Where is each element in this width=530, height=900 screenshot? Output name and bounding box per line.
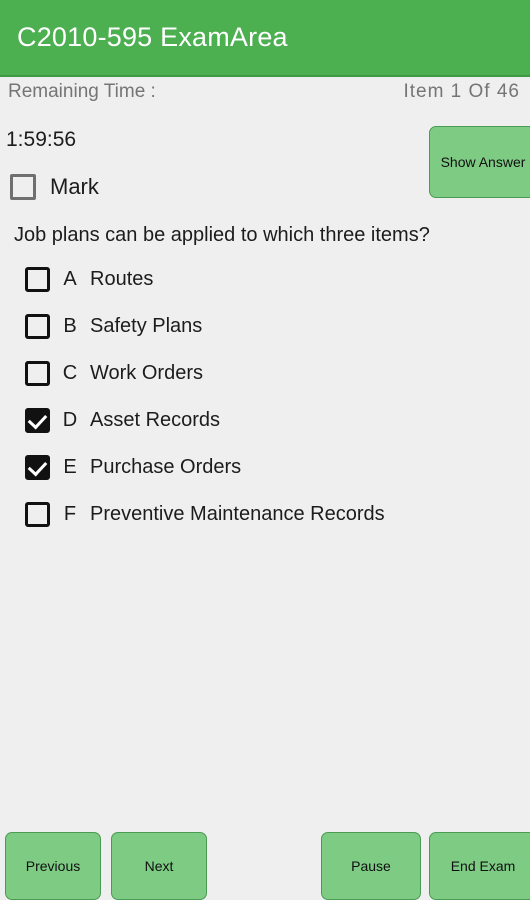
option-row-f[interactable]: F Preventive Maintenance Records [0,491,530,538]
page-title: C2010-595 ExamArea [17,22,288,52]
option-checkbox-b[interactable] [25,314,50,339]
navigation-button-bar: Previous Next Pause End Exam [0,824,530,900]
mark-label: Mark [50,174,99,199]
option-letter-f: F [63,503,77,525]
mark-checkbox[interactable] [10,174,36,200]
option-letter-e: E [63,456,77,478]
option-text-f: Preventive Maintenance Records [90,503,385,525]
remaining-time-label: Remaining Time : [8,81,156,102]
option-checkbox-a[interactable] [25,267,50,292]
option-letter-d: D [62,409,78,431]
option-checkbox-c[interactable] [25,361,50,386]
answer-options-list: A Routes B Safety Plans C Work Orders D … [0,256,530,538]
option-row-e[interactable]: E Purchase Orders [0,444,530,491]
exam-info-row: Remaining Time : Item 1 Of 46 [0,79,530,111]
option-row-a[interactable]: A Routes [0,256,530,303]
option-text-e: Purchase Orders [90,456,242,478]
option-checkbox-d[interactable] [25,408,50,433]
option-text-c: Work Orders [90,362,203,384]
option-checkbox-e[interactable] [25,455,50,480]
pause-button[interactable]: Pause [321,832,421,900]
option-text-d: Asset Records [90,409,221,431]
countdown-timer: 1:59:56 [6,128,77,151]
app-bar: C2010-595 ExamArea [0,0,530,77]
option-letter-b: B [63,315,77,337]
option-row-b[interactable]: B Safety Plans [0,303,530,350]
option-text-b: Safety Plans [90,315,203,337]
question-text: Job plans can be applied to which three … [14,224,430,246]
option-letter-c: C [62,362,78,384]
end-exam-button[interactable]: End Exam [429,832,530,900]
show-answer-button[interactable]: Show Answer [429,126,530,198]
option-letter-a: A [63,268,77,290]
next-button[interactable]: Next [111,832,207,900]
option-checkbox-f[interactable] [25,502,50,527]
option-row-c[interactable]: C Work Orders [0,350,530,397]
mark-question-row[interactable]: Mark [10,174,99,200]
option-row-d[interactable]: D Asset Records [0,397,530,444]
previous-button[interactable]: Previous [5,832,101,900]
option-text-a: Routes [90,268,154,290]
item-counter: Item 1 Of 46 [403,81,520,102]
